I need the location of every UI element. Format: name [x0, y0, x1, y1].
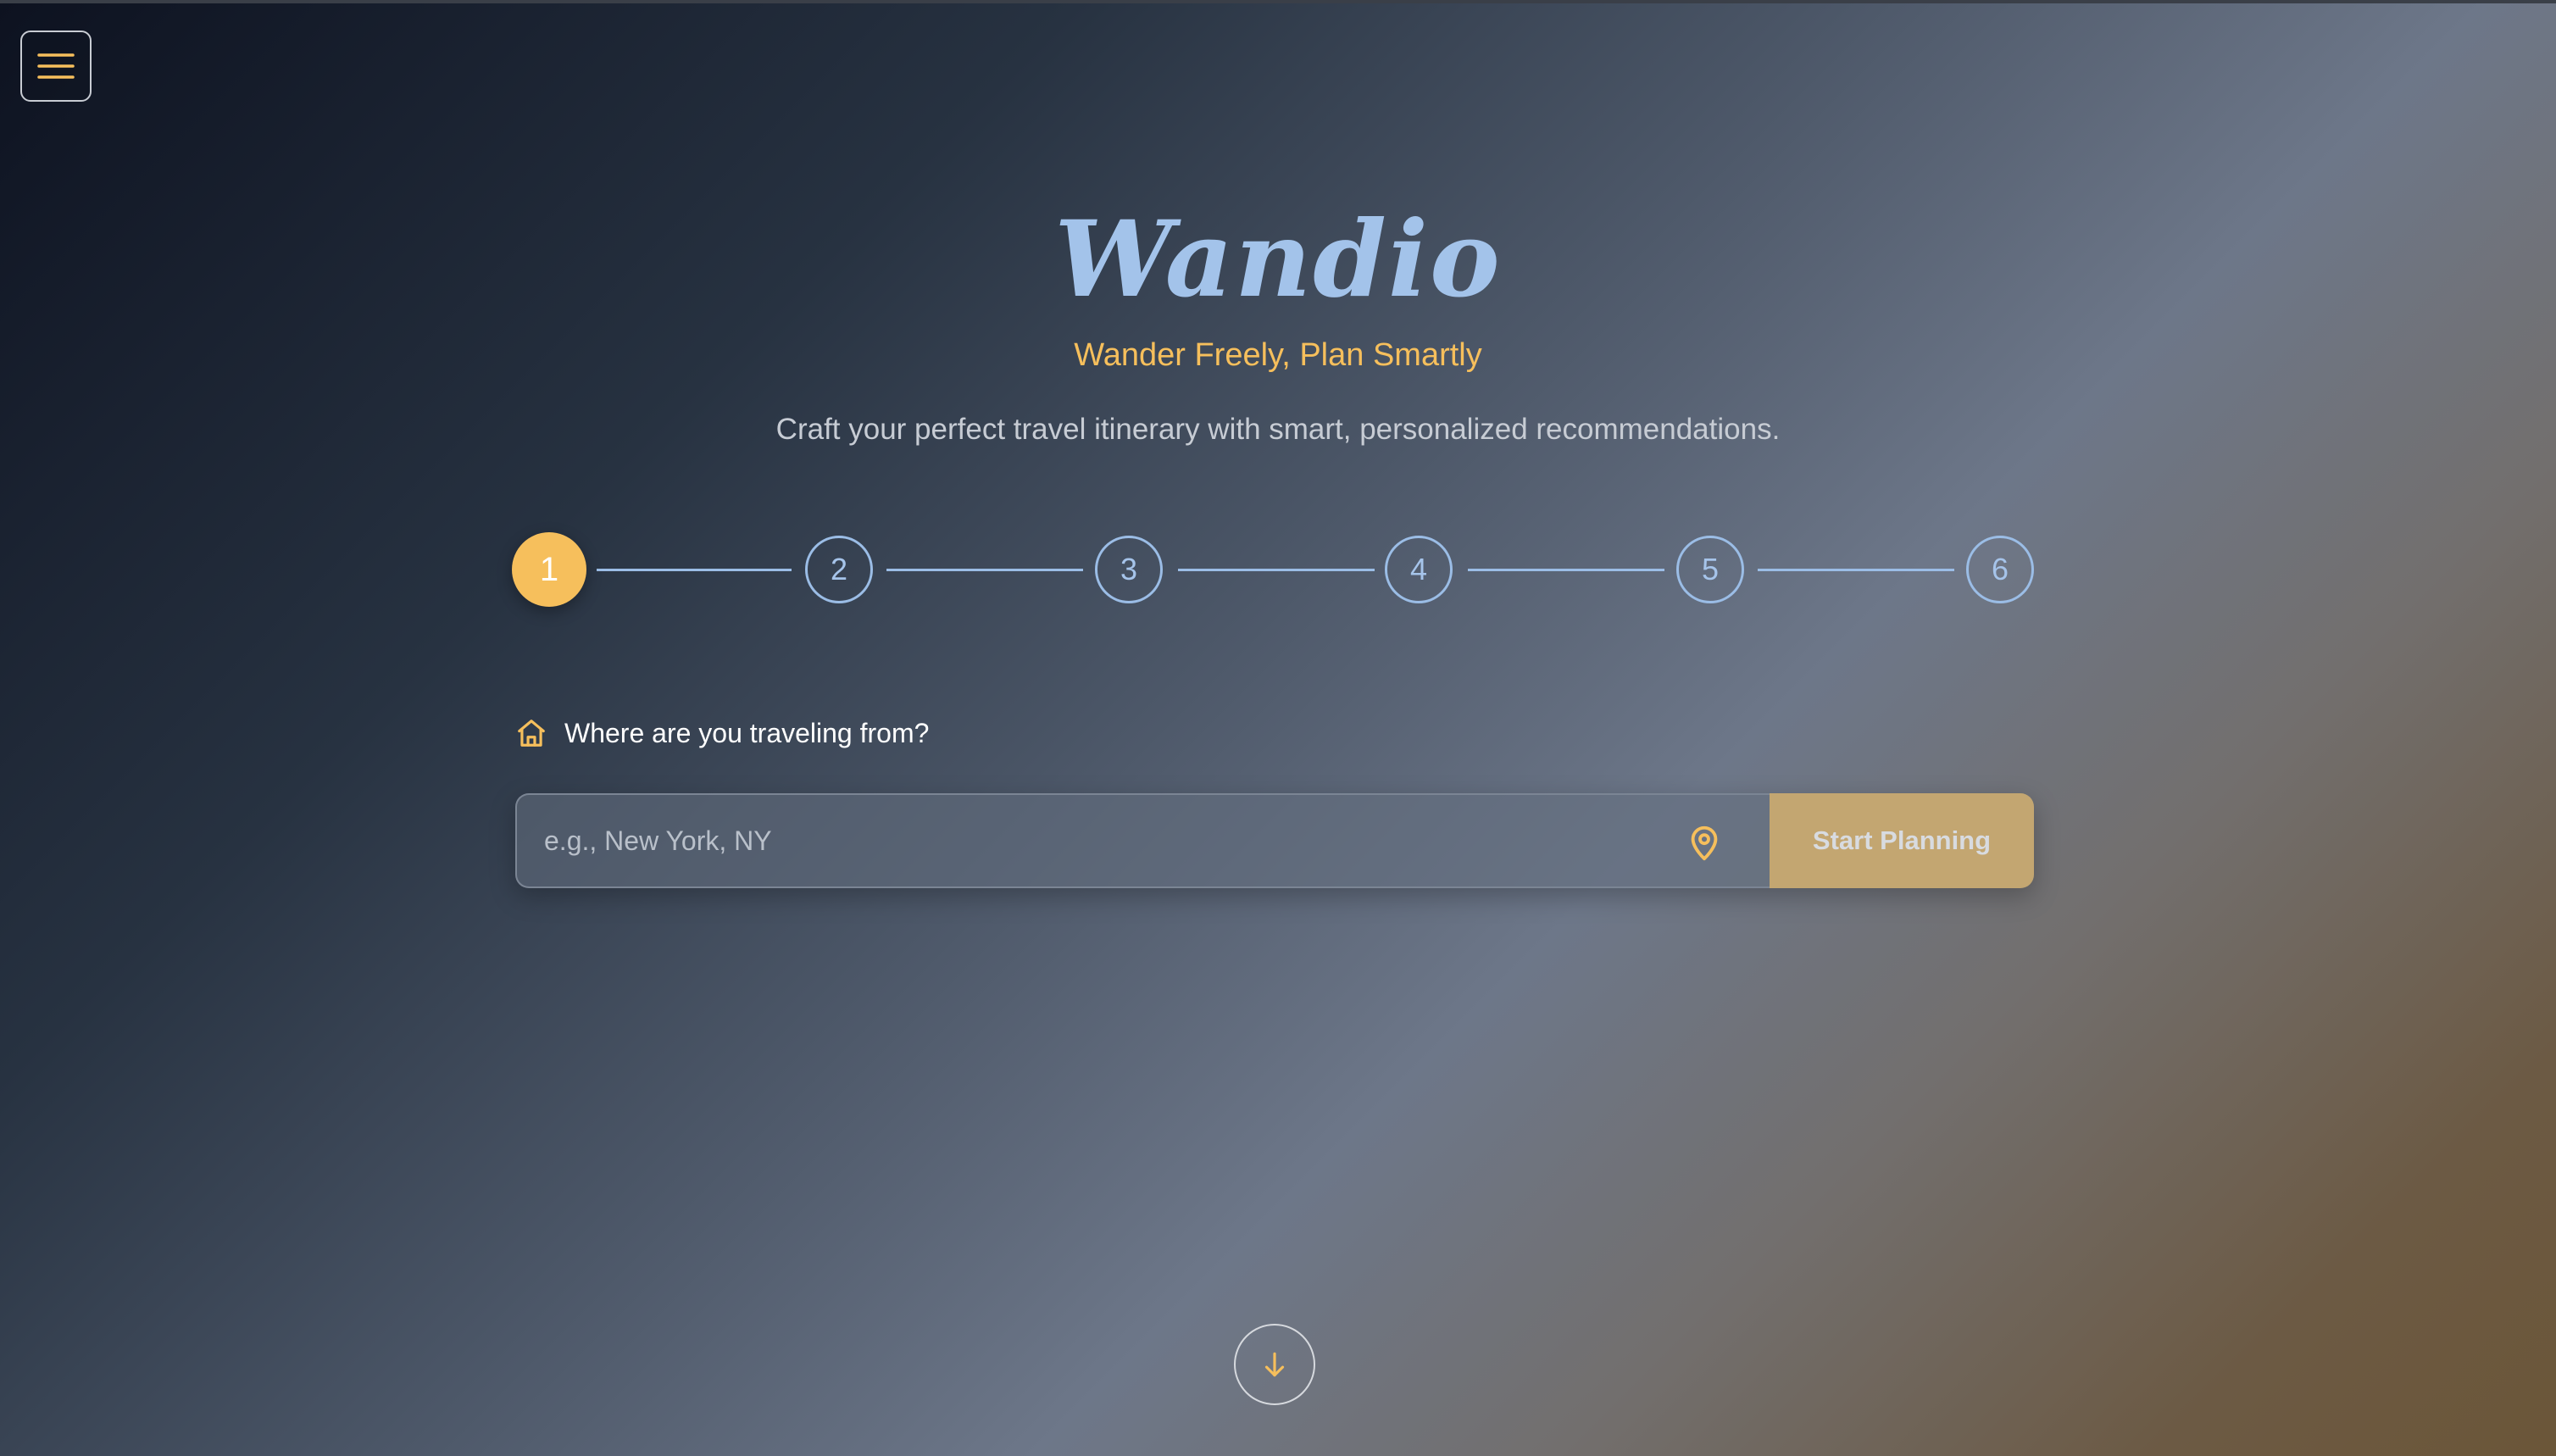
map-pin-icon[interactable] [1685, 823, 1724, 862]
step-connector [886, 569, 1083, 571]
step-connector [1758, 569, 1954, 571]
origin-form: Start Planning [515, 793, 2034, 888]
question-label: Where are you traveling from? [564, 717, 930, 748]
arrow-down-icon [1264, 1352, 1285, 1377]
step-3[interactable]: 3 [1095, 536, 1163, 603]
origin-question: Where are you traveling from? [515, 712, 929, 754]
tagline: Wander Freely, Plan Smartly [1074, 337, 1482, 373]
step-1[interactable]: 1 [512, 532, 586, 607]
progress-stepper: 1 2 3 4 5 6 [512, 532, 2034, 607]
scroll-down-button[interactable] [1234, 1324, 1315, 1405]
step-4[interactable]: 4 [1385, 536, 1453, 603]
step-6[interactable]: 6 [1966, 536, 2034, 603]
step-connector [1178, 569, 1375, 571]
origin-input[interactable] [517, 795, 1770, 886]
step-2[interactable]: 2 [805, 536, 873, 603]
step-connector [1468, 569, 1664, 571]
subtitle: Craft your perfect travel itinerary with… [775, 413, 1781, 446]
menu-button[interactable] [20, 31, 92, 102]
origin-input-wrapper [515, 793, 1770, 888]
hamburger-menu-icon [37, 53, 75, 79]
home-icon [518, 720, 545, 747]
step-connector [597, 569, 792, 571]
start-planning-button[interactable]: Start Planning [1770, 793, 2034, 888]
step-5[interactable]: 5 [1676, 536, 1744, 603]
app-logo: Wandio [1054, 198, 1502, 321]
